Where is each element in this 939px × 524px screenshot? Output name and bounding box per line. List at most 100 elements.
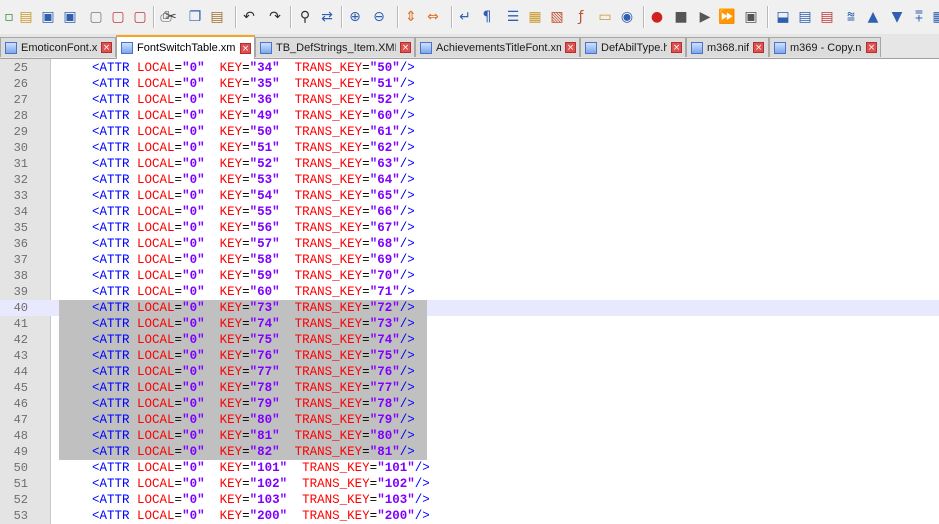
close-tab-icon[interactable]: × — [565, 42, 576, 53]
xml-value: "65" — [369, 189, 400, 203]
save-macro-button[interactable]: ▣ — [743, 9, 759, 25]
tab[interactable]: m369 - Copy.nif × — [769, 37, 881, 57]
compare-lines-button[interactable]: ▤ — [797, 9, 813, 25]
close-button[interactable]: ▢ — [88, 9, 104, 25]
close-tab-icon[interactable]: × — [400, 42, 411, 53]
tab[interactable]: EmoticonFont.xml × — [0, 37, 116, 57]
code-line[interactable]: 35 <ATTR LOCAL="0" KEY="56" TRANS_KEY="67… — [0, 220, 939, 236]
code-line[interactable]: 38 <ATTR LOCAL="0" KEY="59" TRANS_KEY="70… — [0, 268, 939, 284]
save-all-button[interactable]: ▣ — [62, 9, 78, 25]
save-button[interactable]: ▣ — [40, 9, 56, 25]
compare-nav-next-button[interactable]: ▼ — [889, 9, 905, 25]
xml-attribute: LOCAL — [137, 333, 175, 347]
compare-nav-last-button[interactable]: ⩱ — [911, 9, 927, 25]
code-line[interactable]: 33 <ATTR LOCAL="0" KEY="54" TRANS_KEY="65… — [0, 188, 939, 204]
close-tab-icon[interactable]: × — [101, 42, 112, 53]
xml-value: "0" — [182, 477, 205, 491]
function-list-button[interactable]: ƒ — [573, 9, 589, 25]
stop-record-button[interactable]: ■ — [673, 9, 689, 25]
code-text: <ATTR LOCAL="0" KEY="74" TRANS_KEY="73"/… — [92, 316, 415, 332]
code-line[interactable]: 44 <ATTR LOCAL="0" KEY="77" TRANS_KEY="76… — [0, 364, 939, 380]
close-tab-icon[interactable]: × — [671, 42, 682, 53]
undo-button[interactable]: ↶ — [241, 9, 257, 25]
code-line[interactable]: 31 <ATTR LOCAL="0" KEY="52" TRANS_KEY="63… — [0, 156, 939, 172]
xml-equals: = — [174, 141, 183, 155]
compare-button[interactable]: ⬓ — [775, 9, 791, 25]
replace-button[interactable]: ⇄ — [319, 9, 335, 25]
line-number: 40 — [13, 301, 28, 315]
xml-tag: /> — [399, 365, 415, 379]
doc-map-button[interactable]: ▧ — [549, 9, 565, 25]
tab-active[interactable]: FontSwitchTable.xml × — [116, 35, 255, 59]
code-line[interactable]: 42 <ATTR LOCAL="0" KEY="75" TRANS_KEY="74… — [0, 332, 939, 348]
code-line[interactable]: 50 <ATTR LOCAL="0" KEY="101" TRANS_KEY="1… — [0, 460, 939, 476]
xml-tag: /> — [399, 349, 415, 363]
run-macro-multiple-button[interactable]: ⏩ — [718, 9, 735, 25]
xml-attribute: KEY — [219, 397, 243, 411]
xml-tag: /> — [399, 253, 415, 267]
xml-equals: = — [242, 157, 250, 171]
open-file-button[interactable]: ▤ — [18, 9, 34, 25]
tab[interactable]: DefAbilType.h × — [580, 37, 686, 57]
code-line[interactable]: 53 <ATTR LOCAL="0" KEY="200" TRANS_KEY="2… — [0, 508, 939, 524]
paste-button[interactable]: ▤ — [209, 9, 225, 25]
monitoring-button[interactable]: ◉ — [619, 9, 635, 25]
language-button[interactable]: ▦ — [527, 9, 543, 25]
code-line[interactable]: 27 <ATTR LOCAL="0" KEY="36" TRANS_KEY="52… — [0, 92, 939, 108]
code-line[interactable]: 36 <ATTR LOCAL="0" KEY="57" TRANS_KEY="68… — [0, 236, 939, 252]
code-line[interactable]: 47 <ATTR LOCAL="0" KEY="80" TRANS_KEY="79… — [0, 412, 939, 428]
code-line[interactable]: 52 <ATTR LOCAL="0" KEY="103" TRANS_KEY="1… — [0, 492, 939, 508]
xml-tag: <ATTR — [92, 109, 130, 123]
code-line[interactable]: 39 <ATTR LOCAL="0" KEY="60" TRANS_KEY="71… — [0, 284, 939, 300]
tab[interactable]: m368.nif × — [686, 37, 769, 57]
code-line[interactable]: 49 <ATTR LOCAL="0" KEY="82" TRANS_KEY="81… — [0, 444, 939, 460]
close-tab-icon[interactable]: × — [753, 42, 765, 53]
zoom-in-button[interactable]: ⊕ — [347, 9, 363, 25]
tab[interactable]: AchievementsTitleFont.xml × — [415, 37, 580, 57]
close-tab-icon[interactable]: × — [866, 42, 877, 53]
record-macro-button[interactable]: ● — [649, 9, 665, 25]
code-line[interactable]: 40 <ATTR LOCAL="0" KEY="73" TRANS_KEY="72… — [0, 300, 939, 316]
code-line[interactable]: 45 <ATTR LOCAL="0" KEY="78" TRANS_KEY="77… — [0, 380, 939, 396]
sync-horizontal-button[interactable]: ⇔ — [425, 9, 441, 25]
hide-lines-button[interactable]: ▦ — [931, 9, 939, 25]
code-line[interactable]: 30 <ATTR LOCAL="0" KEY="51" TRANS_KEY="62… — [0, 140, 939, 156]
code-line[interactable]: 34 <ATTR LOCAL="0" KEY="55" TRANS_KEY="66… — [0, 204, 939, 220]
folder-workspace-button[interactable]: ▭ — [597, 9, 613, 25]
close-tab-icon[interactable]: × — [240, 42, 251, 54]
redo-button[interactable]: ↷ — [267, 9, 283, 25]
code-line[interactable]: 51 <ATTR LOCAL="0" KEY="102" TRANS_KEY="1… — [0, 476, 939, 492]
close-all-button[interactable]: ▢ — [110, 9, 126, 25]
indent-guide-button[interactable]: ☰ — [505, 9, 521, 25]
compare-clear-button[interactable]: ▤ — [819, 9, 835, 25]
code-line[interactable]: 37 <ATTR LOCAL="0" KEY="58" TRANS_KEY="69… — [0, 252, 939, 268]
sync-vertical-button[interactable]: ⇕ — [403, 9, 419, 25]
compare-nav-prev-button[interactable]: ▲ — [865, 9, 881, 25]
xml-equals: = — [362, 349, 370, 363]
code-line[interactable]: 46 <ATTR LOCAL="0" KEY="79" TRANS_KEY="78… — [0, 396, 939, 412]
code-line[interactable]: 32 <ATTR LOCAL="0" KEY="53" TRANS_KEY="64… — [0, 172, 939, 188]
code-editor[interactable]: 25 <ATTR LOCAL="0" KEY="34" TRANS_KEY="50… — [0, 59, 939, 524]
code-line[interactable]: 28 <ATTR LOCAL="0" KEY="49" TRANS_KEY="60… — [0, 108, 939, 124]
xml-equals: = — [242, 285, 250, 299]
zoom-out-button[interactable]: ⊖ — [371, 9, 387, 25]
xml-tag: <ATTR — [92, 349, 130, 363]
copy-button[interactable]: ❐ — [187, 9, 203, 25]
code-line[interactable]: 41 <ATTR LOCAL="0" KEY="74" TRANS_KEY="73… — [0, 316, 939, 332]
xml-tag: <ATTR — [92, 429, 130, 443]
find-button[interactable]: ⚲ — [297, 9, 313, 25]
tab-label: m369 - Copy.nif — [790, 41, 862, 54]
code-line[interactable]: 29 <ATTR LOCAL="0" KEY="50" TRANS_KEY="61… — [0, 124, 939, 140]
new-file-button[interactable]: ▫ — [1, 9, 17, 25]
close-all-but-button[interactable]: ▢ — [132, 9, 148, 25]
code-line[interactable]: 25 <ATTR LOCAL="0" KEY="34" TRANS_KEY="50… — [0, 60, 939, 76]
word-wrap-button[interactable]: ↵ — [457, 9, 473, 25]
cut-button[interactable]: ✂ — [163, 9, 179, 25]
playback-macro-button[interactable]: ▶ — [697, 9, 713, 25]
tab[interactable]: TB_DefStrings_Item.XML × — [255, 37, 415, 57]
show-all-chars-button[interactable]: ¶ — [479, 9, 495, 25]
code-line[interactable]: 26 <ATTR LOCAL="0" KEY="35" TRANS_KEY="51… — [0, 76, 939, 92]
code-line[interactable]: 43 <ATTR LOCAL="0" KEY="76" TRANS_KEY="75… — [0, 348, 939, 364]
code-line[interactable]: 48 <ATTR LOCAL="0" KEY="81" TRANS_KEY="80… — [0, 428, 939, 444]
compare-nav-first-button[interactable]: ⩰ — [843, 9, 859, 25]
